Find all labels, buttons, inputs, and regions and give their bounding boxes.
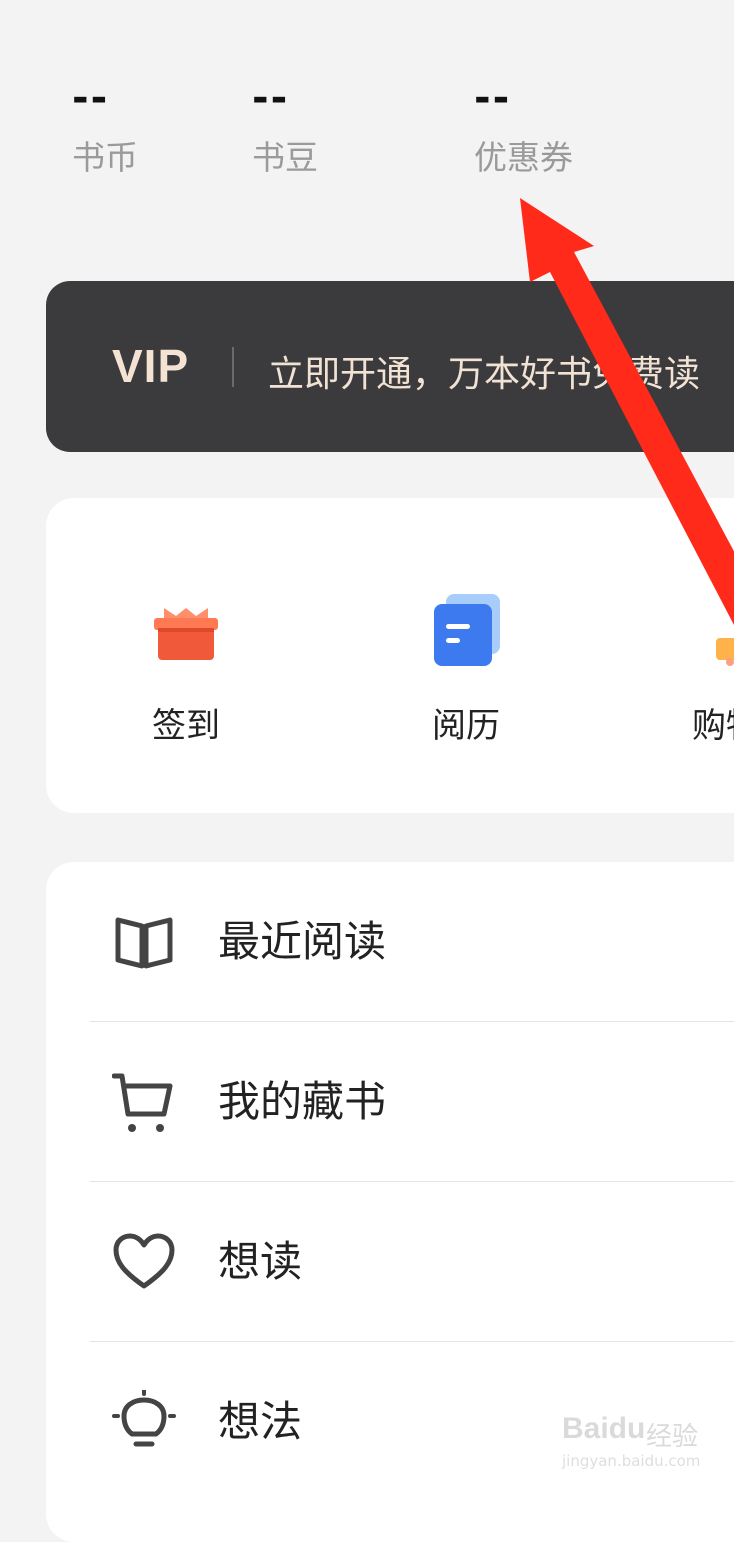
shopping-cart-icon (111, 1070, 176, 1134)
stat-coupons[interactable]: -- 优惠券 (474, 70, 573, 178)
menu-item-label: 想法 (218, 1397, 303, 1446)
stat-value: -- (72, 75, 110, 121)
menu-item-my-collection[interactable]: 我的藏书 (46, 1022, 734, 1182)
shopping-icon (666, 594, 734, 666)
stat-book-beans[interactable]: -- 书豆 (252, 70, 318, 178)
gift-icon (150, 594, 222, 666)
stat-label: 书豆 (252, 138, 318, 177)
reading-history-icon (430, 594, 502, 666)
quick-action-label: 阅历 (432, 706, 500, 746)
menu-item-recent-reading[interactable]: 最近阅读 (46, 862, 734, 1022)
menu-item-label: 想读 (218, 1237, 303, 1286)
quick-action-reading-history[interactable]: 阅历 (386, 594, 546, 746)
quick-actions-card: 签到 阅历 购物 (46, 498, 734, 813)
vip-divider (232, 347, 234, 387)
stat-value: -- (474, 75, 512, 121)
lightbulb-icon (112, 1388, 176, 1454)
stat-value: -- (252, 75, 290, 121)
quick-action-label: 购物 (692, 706, 734, 746)
menu-item-label: 最近阅读 (218, 917, 387, 966)
stat-label: 优惠券 (474, 138, 573, 177)
quick-action-label: 签到 (152, 706, 220, 746)
vip-banner[interactable]: VIP 立即开通，万本好书免费读 (46, 281, 734, 452)
heart-icon (112, 1230, 176, 1294)
baidu-watermark: Baidu 经验 jingyan.baidu.com (562, 1412, 722, 1478)
stat-label: 书币 (72, 138, 138, 177)
vip-logo: VIP (112, 340, 190, 392)
watermark-cn: 经验 (646, 1422, 699, 1452)
watermark-url: jingyan.baidu.com (562, 1452, 701, 1470)
stat-book-coins[interactable]: -- 书币 (72, 70, 138, 178)
quick-action-shopping[interactable]: 购物 (666, 594, 734, 746)
menu-item-want-to-read[interactable]: 想读 (46, 1182, 734, 1342)
vip-promo-text: 立即开通，万本好书免费读 (268, 354, 701, 395)
open-book-icon (112, 910, 176, 974)
watermark-brand: Baidu (562, 1412, 646, 1445)
quick-action-checkin[interactable]: 签到 (106, 594, 266, 746)
menu-item-label: 我的藏书 (218, 1077, 387, 1126)
